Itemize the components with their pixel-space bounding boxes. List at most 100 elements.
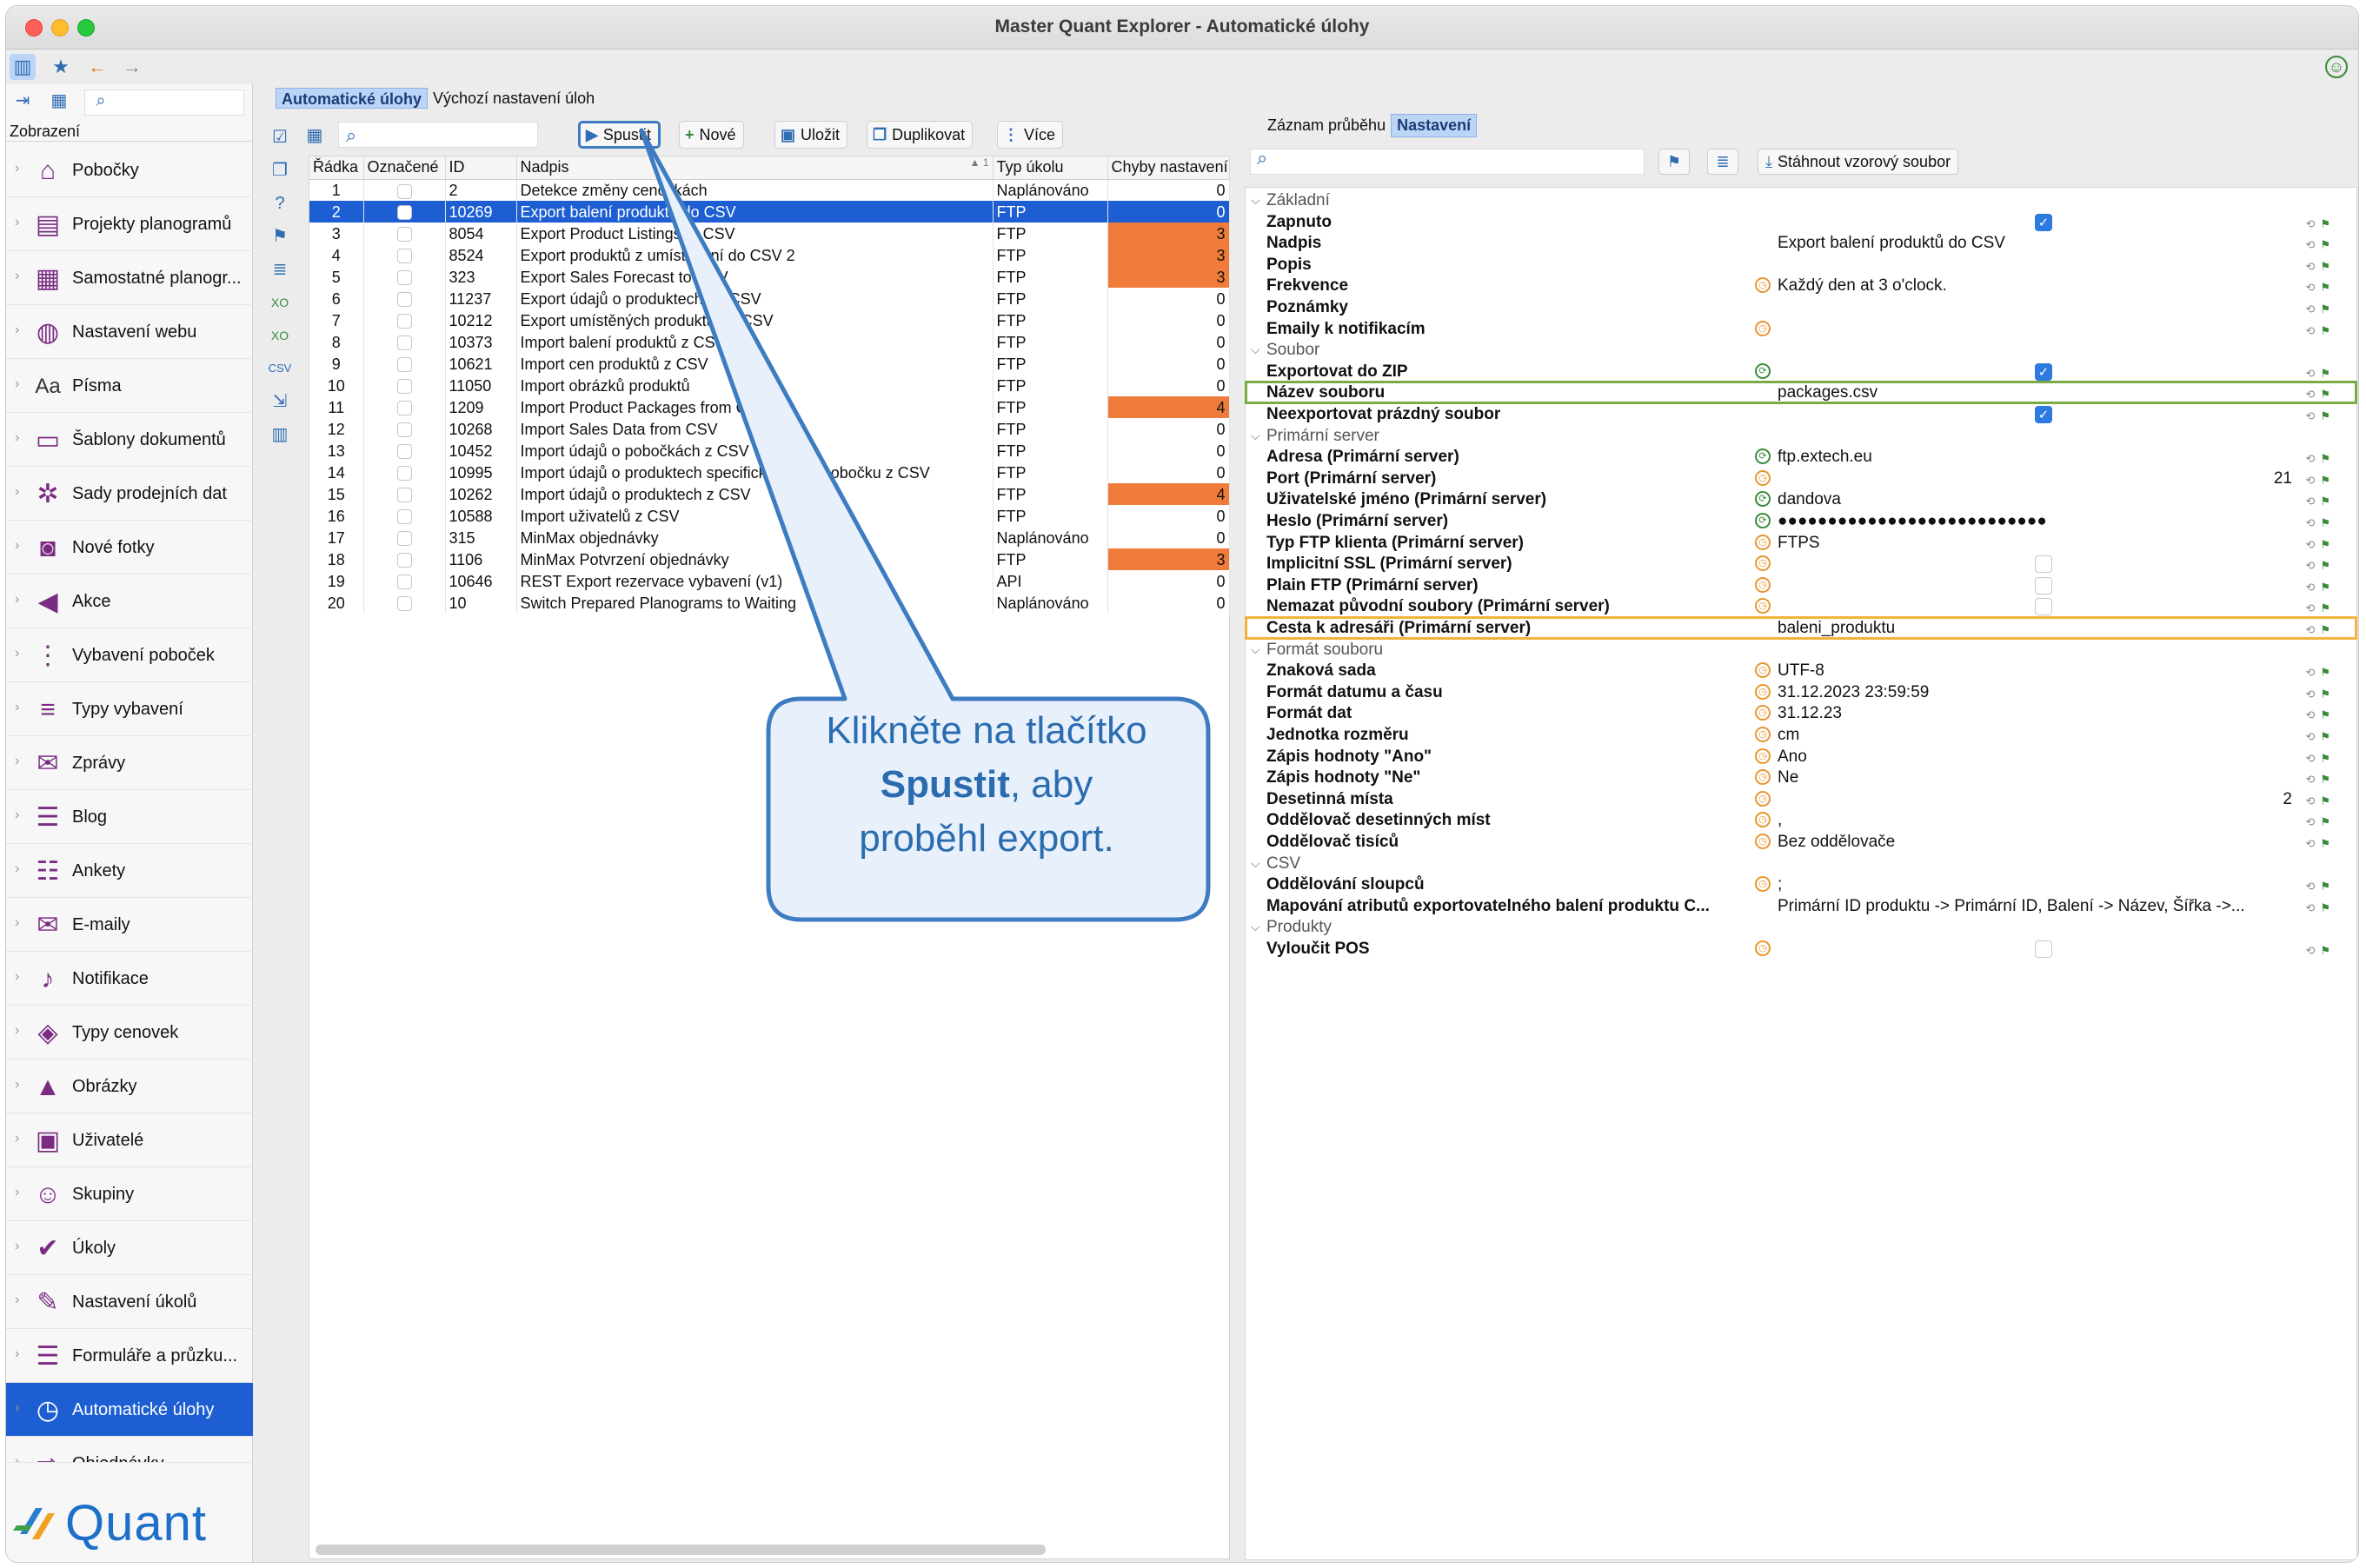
property-group[interactable]: ⌵ CSV bbox=[1246, 853, 2356, 874]
tab-run-log[interactable]: Záznam průběhu bbox=[1262, 115, 1391, 136]
property-group[interactable]: ⌵ Základní bbox=[1246, 189, 2356, 211]
property-row[interactable]: Oddělování sloupců ◷; ⟲⚑ bbox=[1246, 874, 2356, 895]
properties-search-input[interactable] bbox=[1250, 149, 1645, 175]
table-row[interactable]: 16 10588 Import uživatelů z CSV FTP 0 bbox=[309, 505, 1230, 527]
column-header-id[interactable]: ID bbox=[445, 156, 517, 180]
apply-flag-icon[interactable]: ⚑ bbox=[2320, 217, 2336, 230]
marked-cell[interactable] bbox=[363, 331, 446, 353]
property-value[interactable]: Primární ID produktu -> Primární ID, Bal… bbox=[1778, 895, 2299, 917]
marked-cell[interactable] bbox=[363, 244, 446, 266]
property-value[interactable]: 21 bbox=[1778, 468, 2292, 489]
row-checkbox[interactable] bbox=[396, 509, 412, 525]
row-actions[interactable]: ⟲⚑ bbox=[2305, 320, 2336, 342]
property-row[interactable]: Frekvence ◷ Každý den at 3 o'clock. ⟲⚑ bbox=[1246, 275, 2356, 296]
chevron-right-icon[interactable]: › bbox=[15, 1400, 19, 1416]
row-actions[interactable]: ⟲⚑ bbox=[2305, 234, 2336, 256]
forward-arrow-icon[interactable]: → bbox=[119, 54, 145, 80]
apply-flag-icon[interactable]: ⚑ bbox=[2320, 773, 2336, 786]
table-row[interactable]: 5 323 Export Sales Forecast to CSV FTP 3 bbox=[309, 266, 1230, 288]
row-actions[interactable]: ⟲⚑ bbox=[2305, 276, 2336, 298]
sidebar-item-2[interactable]: › ▤ Projekty planogramů bbox=[6, 197, 253, 251]
row-actions[interactable]: ⟲⚑ bbox=[2305, 790, 2336, 812]
row-checkbox[interactable] bbox=[396, 227, 412, 243]
apply-flag-icon[interactable]: ⚑ bbox=[2320, 944, 2336, 957]
reset-icon[interactable]: ⟲ bbox=[2305, 773, 2320, 786]
reset-icon[interactable]: ⟲ bbox=[2305, 944, 2320, 957]
sidebar-item-8[interactable]: › ◙ Nové fotky bbox=[6, 521, 253, 575]
sidebar-item-11[interactable]: › ≡ Typy vybavení bbox=[6, 682, 253, 736]
inherited-value-icon[interactable]: ⟳ bbox=[1755, 448, 1771, 465]
default-value-icon[interactable]: ◷ bbox=[1755, 727, 1771, 742]
row-checkbox[interactable] bbox=[396, 575, 412, 590]
property-checkbox[interactable] bbox=[2035, 576, 2052, 595]
reset-icon[interactable]: ⟲ bbox=[2305, 559, 2320, 572]
row-actions[interactable]: ⟲⚑ bbox=[2305, 619, 2336, 641]
sidebar-item-3[interactable]: › ▦ Samostatné planogr... bbox=[6, 251, 253, 305]
favorites-star-icon[interactable]: ★ bbox=[48, 54, 74, 80]
apply-flag-icon[interactable]: ⚑ bbox=[2320, 837, 2336, 850]
apply-flag-icon[interactable]: ⚑ bbox=[2320, 581, 2336, 594]
chevron-right-icon[interactable]: › bbox=[15, 700, 19, 715]
table-view-icon[interactable]: ▦ bbox=[46, 88, 72, 114]
run-flag-icon[interactable]: ⚑ bbox=[267, 223, 293, 249]
table-row[interactable]: 12 10268 Import Sales Data from CSV FTP 0 bbox=[309, 418, 1230, 440]
apply-flag-icon[interactable]: ⚑ bbox=[2320, 452, 2336, 465]
property-value[interactable]: 2 bbox=[1778, 788, 2292, 810]
reset-icon[interactable]: ⟲ bbox=[2305, 794, 2320, 807]
row-actions[interactable]: ⟲⚑ bbox=[2305, 512, 2336, 534]
marked-cell[interactable] bbox=[363, 396, 446, 418]
table-row[interactable]: 6 11237 Export údajů o produktech do CSV FT… bbox=[309, 288, 1230, 309]
property-row[interactable]: Poznámky ⟲⚑ bbox=[1246, 296, 2356, 318]
sidebar-item-16[interactable]: › ♪ Notifikace bbox=[6, 952, 253, 1006]
property-row[interactable]: Nadpis Export balení produktů do CSV ⟲⚑ bbox=[1246, 232, 2356, 254]
row-actions[interactable]: ⟲⚑ bbox=[2305, 576, 2336, 598]
marked-cell[interactable] bbox=[363, 375, 446, 396]
property-value[interactable]: Export balení produktů do CSV bbox=[1778, 232, 2299, 254]
property-value[interactable]: Každý den at 3 o'clock. bbox=[1778, 275, 2299, 296]
marked-cell[interactable] bbox=[363, 223, 446, 244]
apply-flag-icon[interactable]: ⚑ bbox=[2320, 559, 2336, 572]
column-header-task-type[interactable]: Typ úkolu bbox=[993, 156, 1108, 180]
table-row[interactable]: 19 10646 REST Export rezervace vybavení (v… bbox=[309, 570, 1230, 592]
panel-splitter[interactable] bbox=[1233, 84, 1242, 1562]
row-checkbox[interactable] bbox=[396, 422, 412, 438]
property-row[interactable]: Jednotka rozměru ◷ cm ⟲⚑ bbox=[1246, 724, 2356, 746]
chevron-right-icon[interactable]: › bbox=[15, 754, 19, 769]
apply-flag-icon[interactable]: ⚑ bbox=[2320, 688, 2336, 701]
property-checkbox[interactable] bbox=[2035, 598, 2052, 616]
property-value[interactable]: 31.12.23 bbox=[1778, 702, 2299, 724]
property-value[interactable]: Ano bbox=[1778, 746, 2299, 767]
marked-cell[interactable] bbox=[363, 353, 446, 375]
sidebar-item-6[interactable]: › ▭ Šablony dokumentů bbox=[6, 413, 253, 467]
default-value-icon[interactable]: ◷ bbox=[1755, 277, 1771, 294]
marked-cell[interactable] bbox=[363, 418, 446, 440]
sidebar-item-13[interactable]: › ☰ Blog bbox=[6, 790, 253, 844]
row-checkbox[interactable] bbox=[396, 205, 412, 221]
sidebar-item-24[interactable]: › ◷ Automatické úlohy bbox=[6, 1383, 253, 1437]
reset-icon[interactable]: ⟲ bbox=[2305, 388, 2320, 401]
apply-flag-icon[interactable]: ⚑ bbox=[2320, 815, 2336, 828]
chevron-right-icon[interactable]: › bbox=[15, 646, 19, 661]
column-header-config-errors[interactable]: Chyby nastavení bbox=[1107, 156, 1230, 180]
row-actions[interactable]: ⟲⚑ bbox=[2305, 362, 2336, 384]
property-group[interactable]: ⌵ Formát souboru bbox=[1246, 639, 2356, 661]
property-row[interactable]: Vyloučit POS ◷ ⟲⚑ bbox=[1246, 938, 2356, 960]
property-checkbox[interactable]: ✓ bbox=[2035, 213, 2052, 231]
property-row[interactable]: Formát datumu a času ◷ 31.12.2023 23:59:59… bbox=[1246, 681, 2356, 703]
apply-flag-icon[interactable]: ⚑ bbox=[2320, 474, 2336, 487]
row-actions[interactable]: ⟲⚑ bbox=[2305, 726, 2336, 747]
property-row[interactable]: Implicitní SSL (Primární server) ◷ ⟲⚑ bbox=[1246, 553, 2356, 575]
apply-flag-icon[interactable]: ⚑ bbox=[2320, 730, 2336, 743]
sidebar-item-23[interactable]: › ☰ Formuláře a průzku... bbox=[6, 1329, 253, 1383]
property-row[interactable]: Typ FTP klienta (Primární server) ◷ FTPS ⟲⚑ bbox=[1246, 532, 2356, 554]
table-row[interactable]: 11 1209 Import Product Packages from CSV FT… bbox=[309, 396, 1230, 418]
tree-view-icon[interactable]: ⇥ bbox=[10, 88, 36, 114]
sidebar-item-19[interactable]: › ▣ Uživatelé bbox=[6, 1113, 253, 1167]
apply-flag-icon[interactable]: ⚑ bbox=[2320, 880, 2336, 893]
back-arrow-icon[interactable]: ← bbox=[84, 54, 110, 80]
reset-icon[interactable]: ⟲ bbox=[2305, 217, 2320, 230]
row-checkbox[interactable] bbox=[396, 596, 412, 612]
row-actions[interactable]: ⟲⚑ bbox=[2305, 747, 2336, 769]
table-row[interactable]: 14 10995 Import údajů o produktech specifi… bbox=[309, 462, 1230, 483]
sidebar-toggle-icon[interactable]: ▥ bbox=[10, 54, 36, 80]
